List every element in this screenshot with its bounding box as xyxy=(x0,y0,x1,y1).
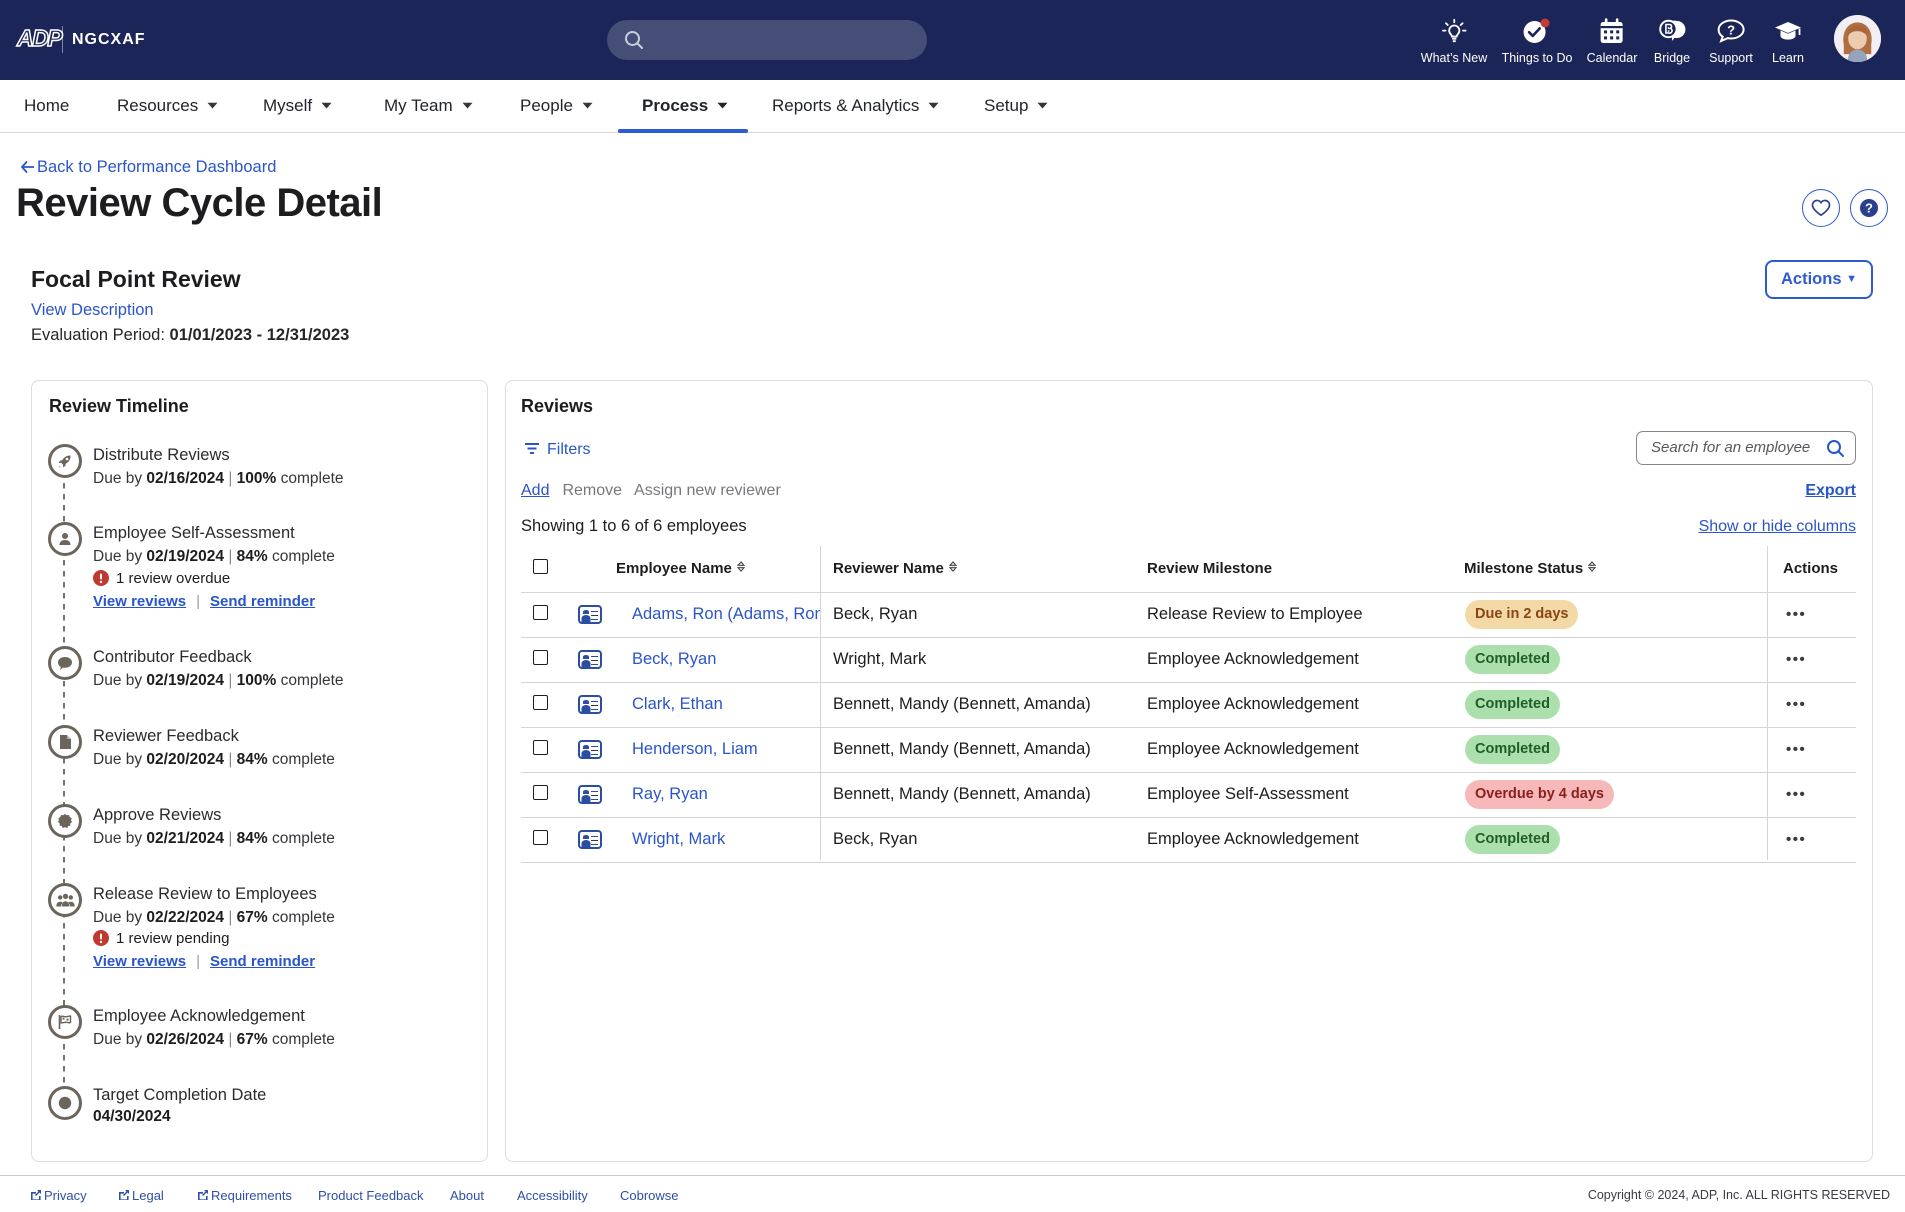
svg-text:?: ? xyxy=(1865,200,1873,215)
svg-text:?: ? xyxy=(1727,23,1735,38)
